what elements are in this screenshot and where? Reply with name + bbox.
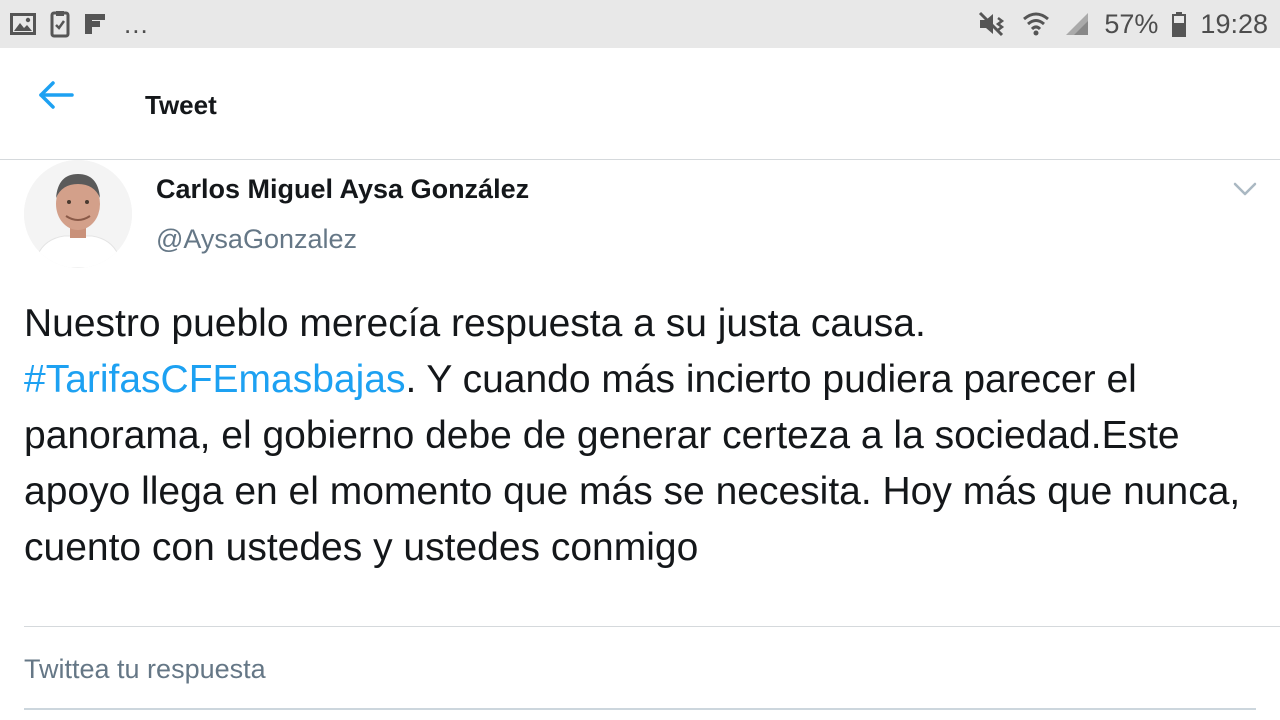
status-bar-notifications: ...	[10, 9, 149, 40]
signal-icon	[1064, 10, 1090, 38]
tweet-text: Nuestro pueblo merecía respuesta a su ju…	[24, 296, 1254, 576]
gallery-icon	[10, 10, 36, 38]
avatar[interactable]	[24, 160, 132, 268]
overflow-notifications-indicator: ...	[124, 8, 149, 39]
reply-input-underline	[24, 708, 1256, 710]
status-bar: ... 57% 19:28	[0, 0, 1280, 48]
flipboard-icon	[84, 10, 106, 38]
tweet-text-intro: Nuestro pueblo merecía respuesta a su ju…	[24, 302, 926, 345]
clock: 19:28	[1200, 8, 1268, 39]
back-arrow-icon	[38, 80, 74, 115]
battery-icon	[1172, 10, 1187, 38]
author-handle[interactable]: @AysaGonzalez	[156, 224, 357, 255]
tweet-options-button[interactable]	[1232, 180, 1258, 198]
status-bar-system: 57% 19:28	[978, 9, 1268, 40]
reply-input[interactable]: Twittea tu respuesta	[24, 654, 1256, 698]
chevron-down-icon	[1232, 182, 1258, 202]
page-title: Tweet	[145, 90, 217, 120]
clipboard-check-icon	[50, 10, 70, 38]
divider	[24, 626, 1280, 627]
wifi-icon	[1022, 10, 1050, 38]
app-header: Tweet	[0, 48, 1280, 160]
author-name[interactable]: Carlos Miguel Aysa González	[156, 174, 529, 205]
hashtag-link[interactable]: #TarifasCFEmasbajas	[24, 358, 405, 401]
back-button[interactable]	[36, 80, 76, 114]
mute-vibrate-icon	[978, 10, 1008, 38]
battery-percentage: 57%	[1104, 8, 1159, 39]
